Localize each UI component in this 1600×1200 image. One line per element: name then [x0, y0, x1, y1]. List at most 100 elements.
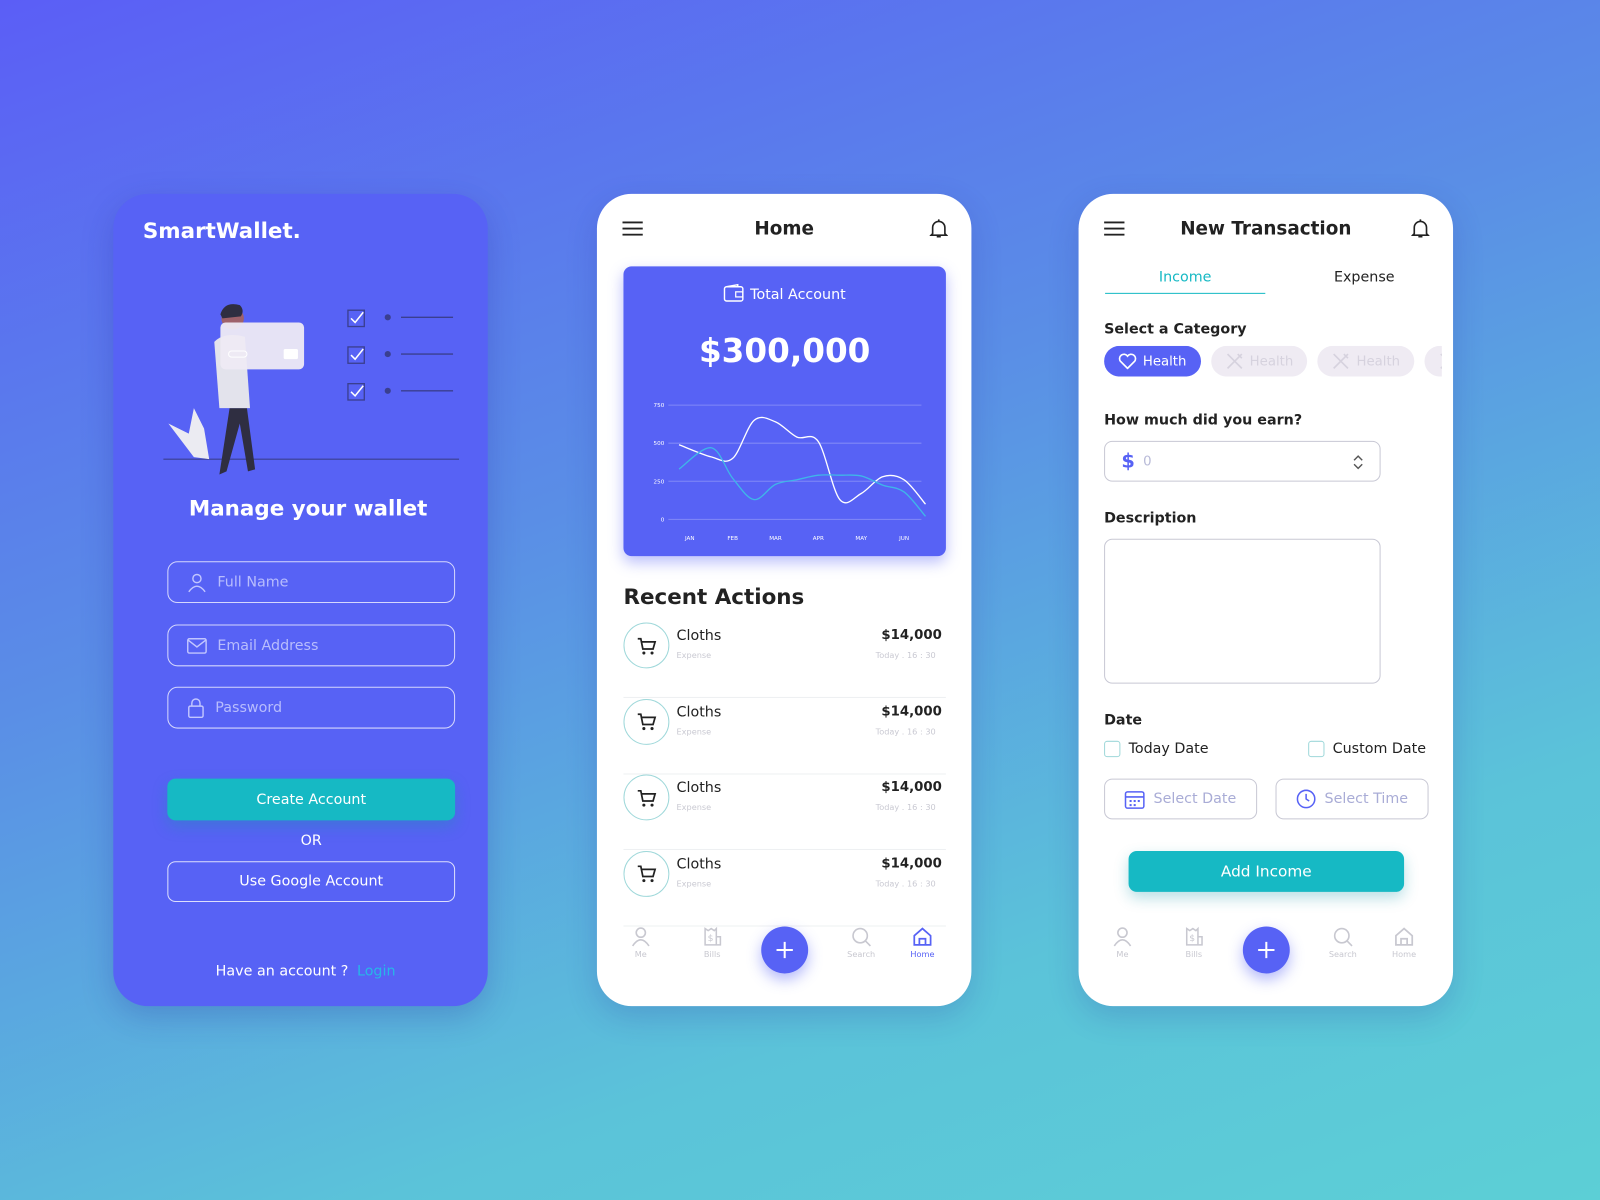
app-logo: SmartWallet.: [142, 218, 301, 243]
nav-home[interactable]: Home: [1379, 927, 1430, 960]
page-title: Home: [754, 218, 814, 240]
bills-icon: $: [1185, 926, 1203, 946]
category-chip[interactable]: Health: [1317, 345, 1415, 377]
new-transaction-screen: New Transaction Income Expense Select a …: [1078, 193, 1454, 1007]
select-date-label: Select Date: [1153, 790, 1237, 808]
plus-icon: [776, 941, 793, 959]
amount-input[interactable]: $ 0: [1104, 440, 1381, 482]
mail-icon: [187, 637, 207, 654]
today-date-checkbox[interactable]: [1104, 740, 1121, 758]
email-input[interactable]: Email Address: [167, 624, 456, 667]
login-prompt: Have an account ? Login: [113, 963, 487, 979]
plus-icon: [1258, 941, 1275, 959]
nav-label: Home: [1392, 949, 1417, 960]
transaction-amount: $14,000: [881, 703, 942, 719]
x-tick-label: MAR: [769, 536, 782, 542]
bills-icon: $: [704, 926, 722, 946]
transaction-row[interactable]: Cloths Expense $14,000 Today . 16 : 30: [623, 622, 946, 698]
nav-label: Me: [634, 949, 647, 960]
home-icon: [913, 927, 932, 946]
transaction-icon: [623, 774, 670, 821]
full-name-input[interactable]: Full Name: [167, 561, 456, 604]
transaction-amount: $14,000: [881, 855, 942, 871]
email-placeholder: Email Address: [217, 637, 319, 654]
cart-icon: [637, 865, 656, 883]
nav-search[interactable]: Search: [1317, 927, 1368, 959]
cutlery-icon: [1333, 353, 1349, 369]
add-button[interactable]: [761, 926, 809, 974]
transaction-type: Expense: [676, 651, 712, 661]
custom-date-checkbox[interactable]: [1308, 740, 1325, 758]
y-tick-label: 750: [654, 403, 665, 409]
transaction-row[interactable]: Cloths Expense $14,000 Today . 16 : 30: [623, 850, 946, 927]
category-label: Select a Category: [1104, 321, 1247, 338]
cart-icon: [637, 713, 656, 731]
google-account-button[interactable]: Use Google Account: [167, 861, 456, 903]
recent-actions-title: Recent Actions: [623, 584, 805, 610]
heart-icon: [1118, 353, 1137, 370]
nav-bills[interactable]: $ Bills: [1168, 926, 1219, 960]
x-tick-label: MAY: [855, 536, 867, 542]
y-tick-label: 500: [654, 441, 665, 447]
nav-me[interactable]: Me: [1097, 927, 1148, 960]
tab-expense[interactable]: Expense: [1283, 269, 1446, 285]
amount-label: How much did you earn?: [1104, 412, 1303, 429]
bell-icon[interactable]: [1411, 218, 1430, 238]
user-icon: [1113, 927, 1132, 947]
nav-bills[interactable]: $ Bills: [687, 926, 738, 960]
svg-text:$: $: [708, 933, 714, 944]
add-income-button[interactable]: Add Income: [1128, 851, 1405, 892]
category-chip[interactable]: [1424, 345, 1442, 377]
lock-icon: [188, 697, 204, 718]
x-tick-label: FEB: [727, 536, 738, 542]
nav-label: Bills: [703, 949, 721, 960]
nav-label: Bills: [1185, 949, 1203, 960]
dollar-icon: $: [1121, 449, 1135, 473]
y-tick-label: 0: [661, 517, 665, 523]
full-name-placeholder: Full Name: [217, 573, 289, 591]
add-button[interactable]: [1242, 926, 1290, 974]
series-line-0: [678, 416, 927, 505]
custom-date-label: Custom Date: [1332, 740, 1427, 758]
transaction-icon: [623, 698, 670, 745]
nav-label: Home: [910, 949, 935, 960]
description-label: Description: [1104, 510, 1197, 527]
transaction-type: Expense: [676, 879, 712, 889]
transaction-time: Today . 16 : 30: [875, 727, 936, 737]
login-link[interactable]: Login: [357, 963, 396, 979]
have-account-text: Have an account ?: [215, 963, 349, 980]
signup-screen: SmartWallet. Manage your wallet Full Nam…: [113, 193, 488, 1007]
transaction-name: Cloths: [676, 703, 722, 720]
svg-text:$: $: [1189, 933, 1195, 944]
transaction-amount: $14,000: [881, 627, 942, 643]
nav-label: Me: [1116, 949, 1129, 960]
transaction-row[interactable]: Cloths Expense $14,000 Today . 16 : 30: [623, 698, 946, 774]
tab-income[interactable]: Income: [1105, 269, 1266, 294]
home-icon: [1395, 927, 1414, 946]
bell-icon[interactable]: [929, 218, 948, 238]
custom-date-option[interactable]: Custom Date: [1308, 740, 1427, 758]
transaction-name: Cloths: [676, 855, 722, 872]
chip-label: Health: [1142, 353, 1187, 369]
password-input[interactable]: Password: [167, 686, 456, 729]
category-chip-health-selected[interactable]: Health: [1104, 345, 1201, 377]
transaction-row[interactable]: Cloths Expense $14,000 Today . 16 : 30: [623, 774, 946, 850]
transaction-amount: $14,000: [881, 779, 942, 795]
category-chip[interactable]: Health: [1210, 345, 1308, 377]
nav-search[interactable]: Search: [836, 927, 887, 959]
category-chips: Health Health Health: [1104, 345, 1442, 377]
nav-me[interactable]: Me: [615, 927, 666, 960]
stepper-icon[interactable]: [1353, 454, 1363, 470]
today-date-option[interactable]: Today Date: [1104, 740, 1209, 758]
y-tick-label: 250: [654, 479, 665, 485]
create-account-button[interactable]: Create Account: [167, 778, 456, 821]
cart-icon: [637, 789, 656, 807]
transaction-icon: [623, 850, 670, 897]
description-textarea[interactable]: [1104, 538, 1381, 684]
select-time-button[interactable]: Select Time: [1275, 778, 1429, 820]
cutlery-icon: [1226, 353, 1243, 369]
home-screen: Home Total Account $300,000 0 250 500 750 JA…: [596, 193, 972, 1007]
transaction-type: Expense: [676, 727, 712, 737]
select-date-button[interactable]: Select Date: [1104, 778, 1258, 820]
nav-home[interactable]: Home: [897, 927, 948, 960]
